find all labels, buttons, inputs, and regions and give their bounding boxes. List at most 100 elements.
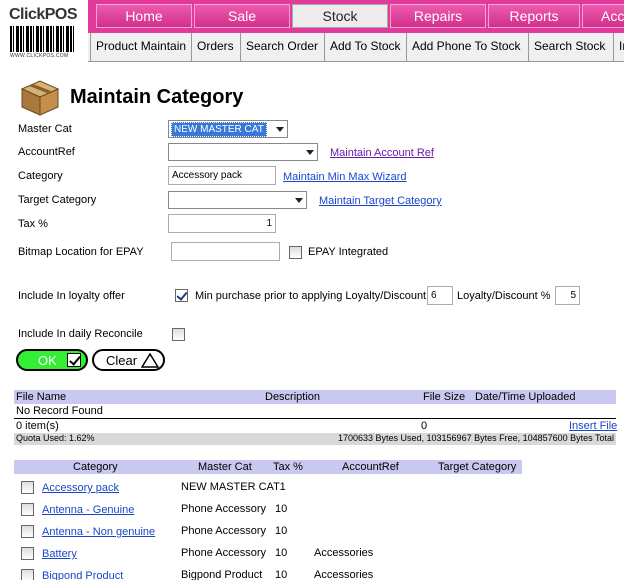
row-account-ref: Accessories bbox=[314, 569, 374, 580]
min-purchase-label: Min purchase prior to applying Loyalty/D… bbox=[195, 290, 427, 302]
insert-file-link[interactable]: Insert File bbox=[569, 420, 617, 432]
row-tax: 10 bbox=[275, 569, 288, 580]
quota-used: Quota Used: 1.62% bbox=[16, 433, 95, 443]
loyalty-discount-input[interactable]: 5 bbox=[555, 286, 580, 305]
table-row: Antenna - Genuine Phone Accessory 10 bbox=[14, 499, 522, 521]
row-master-cat: Bigpond Product bbox=[181, 569, 263, 580]
main-nav: Home Sale Stock Repairs Reports Acc bbox=[88, 0, 624, 33]
clickpos-logo[interactable]: ClickPOS WWW.CLICKPOS.COM bbox=[0, 0, 88, 62]
maintain-min-max-link[interactable]: Maintain Min Max Wizard bbox=[283, 171, 406, 183]
col-description: Description bbox=[265, 391, 321, 403]
tab-home[interactable]: Home bbox=[96, 4, 192, 28]
subtab-search-order[interactable]: Search Order bbox=[240, 33, 323, 61]
col-category: Category bbox=[73, 461, 118, 473]
ok-button[interactable]: OK bbox=[16, 349, 88, 371]
sub-nav: Product Maintain Orders Search Order Add… bbox=[88, 33, 624, 62]
subtab-in[interactable]: In bbox=[613, 33, 624, 61]
tax-input[interactable]: 1 bbox=[168, 214, 276, 233]
row-master-cat: NEW MASTER CAT 1 bbox=[181, 481, 286, 493]
no-record-text: No Record Found bbox=[16, 405, 103, 417]
category-table-header: Category Master Cat Tax % AccountRef Tar… bbox=[14, 460, 522, 474]
loyalty-offer-checkbox[interactable] bbox=[175, 289, 188, 302]
items-count: 0 item(s) bbox=[16, 420, 59, 432]
bitmap-location-label: Bitmap Location for EPAY bbox=[18, 246, 144, 258]
row-tax: 10 bbox=[275, 547, 288, 559]
chevron-down-icon bbox=[306, 150, 314, 155]
box-icon bbox=[20, 80, 60, 116]
epay-integrated-label: EPAY Integrated bbox=[308, 246, 389, 258]
tab-acc[interactable]: Acc bbox=[582, 4, 624, 28]
clear-button[interactable]: Clear bbox=[92, 349, 165, 371]
chevron-down-icon bbox=[276, 127, 284, 132]
subtab-product-maintain[interactable]: Product Maintain bbox=[90, 33, 188, 61]
clear-label: Clear bbox=[106, 353, 138, 368]
row-checkbox[interactable] bbox=[21, 569, 34, 580]
category-link[interactable]: Battery bbox=[42, 548, 77, 560]
col-date-uploaded: Date/Time Uploaded bbox=[475, 391, 576, 403]
loyalty-offer-label: Include In loyalty offer bbox=[18, 290, 125, 302]
target-category-select[interactable] bbox=[168, 191, 307, 209]
subtab-add-to-stock[interactable]: Add To Stock bbox=[324, 33, 406, 61]
ok-label: OK bbox=[38, 353, 57, 368]
category-input[interactable]: Accessory pack bbox=[168, 166, 276, 185]
divider bbox=[14, 418, 616, 419]
maintain-account-ref-link[interactable]: Maintain Account Ref bbox=[330, 147, 434, 159]
row-checkbox[interactable] bbox=[21, 547, 34, 560]
col-file-name: File Name bbox=[16, 391, 67, 403]
file-size-total: 0 bbox=[421, 420, 428, 432]
col-file-size: File Size bbox=[423, 391, 466, 403]
row-checkbox[interactable] bbox=[21, 503, 34, 516]
account-ref-label: AccountRef bbox=[18, 146, 75, 158]
category-link[interactable]: Antenna - Non genuine bbox=[42, 526, 155, 538]
master-cat-select[interactable]: NEW MASTER CAT bbox=[168, 120, 288, 138]
account-ref-select[interactable] bbox=[168, 143, 318, 161]
app-header: ClickPOS WWW.CLICKPOS.COM Home Sale Stoc… bbox=[0, 0, 624, 62]
category-link[interactable]: Antenna - Genuine bbox=[42, 504, 134, 516]
row-checkbox[interactable] bbox=[21, 525, 34, 538]
col-master-cat: Master Cat bbox=[198, 461, 252, 473]
page-title: Maintain Category bbox=[70, 86, 244, 108]
tax-label: Tax % bbox=[18, 218, 48, 230]
main-content: Maintain Category Master Cat NEW MASTER … bbox=[0, 62, 624, 580]
row-tax: 10 bbox=[275, 503, 288, 515]
tab-repairs[interactable]: Repairs bbox=[390, 4, 486, 28]
logo-caption: WWW.CLICKPOS.COM bbox=[10, 53, 69, 59]
quota-detail: 1700633 Bytes Used, 103156967 Bytes Free… bbox=[337, 433, 614, 443]
table-row: Antenna - Non genuine Phone Accessory 10 bbox=[14, 521, 522, 543]
tab-sale[interactable]: Sale bbox=[194, 4, 290, 28]
maintain-target-category-link[interactable]: Maintain Target Category bbox=[319, 195, 442, 207]
row-checkbox[interactable] bbox=[21, 481, 34, 494]
min-purchase-input[interactable]: 6 bbox=[427, 286, 453, 305]
subtab-add-phone-to-stock[interactable]: Add Phone To Stock bbox=[406, 33, 528, 61]
row-tax: 10 bbox=[275, 525, 288, 537]
category-label: Category bbox=[18, 170, 63, 182]
target-category-label: Target Category bbox=[18, 194, 97, 206]
epay-integrated-checkbox[interactable] bbox=[289, 246, 302, 259]
col-tax: Tax % bbox=[273, 461, 303, 473]
bitmap-location-input[interactable] bbox=[171, 242, 280, 261]
master-cat-value: NEW MASTER CAT bbox=[171, 122, 267, 137]
barcode-icon bbox=[10, 26, 74, 52]
loyalty-discount-label: Loyalty/Discount % bbox=[457, 290, 551, 302]
category-link[interactable]: Accessory pack bbox=[42, 482, 119, 494]
row-master-cat: Phone Accessory bbox=[181, 525, 266, 537]
daily-reconcile-checkbox[interactable] bbox=[172, 328, 185, 341]
col-target-category: Target Category bbox=[438, 461, 517, 473]
daily-reconcile-label: Include In daily Reconcile bbox=[18, 328, 143, 340]
table-row: Battery Phone Accessory 10 Accessories bbox=[14, 543, 522, 565]
table-row: Accessory pack NEW MASTER CAT 1 bbox=[14, 477, 522, 499]
col-account-ref: AccountRef bbox=[342, 461, 399, 473]
tab-stock[interactable]: Stock bbox=[292, 4, 388, 28]
triangle-icon bbox=[141, 353, 159, 368]
quota-bar: Quota Used: 1.62% 1700633 Bytes Used, 10… bbox=[14, 433, 616, 445]
category-link[interactable]: Bigpond Product bbox=[42, 570, 123, 580]
subtab-search-stock[interactable]: Search Stock bbox=[528, 33, 612, 61]
checkmark-icon bbox=[67, 353, 81, 367]
files-table-header: File Name Description File Size Date/Tim… bbox=[14, 390, 616, 404]
master-cat-label: Master Cat bbox=[18, 123, 72, 135]
row-account-ref: Accessories bbox=[314, 547, 374, 559]
tab-reports[interactable]: Reports bbox=[488, 4, 580, 28]
subtab-orders[interactable]: Orders bbox=[191, 33, 239, 61]
row-master-cat: Phone Accessory bbox=[181, 547, 266, 559]
chevron-down-icon bbox=[295, 198, 303, 203]
